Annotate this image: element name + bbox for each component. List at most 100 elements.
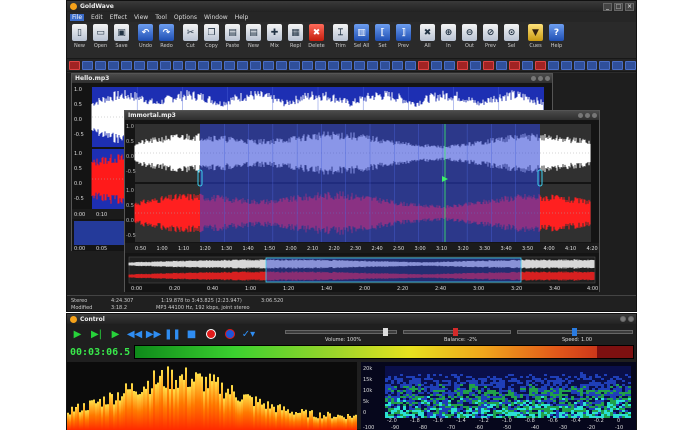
out-toolbar-button[interactable]: ⊖ Out — [459, 24, 480, 49]
close-button[interactable]: × — [625, 2, 634, 11]
effect-tool-icon[interactable] — [392, 60, 404, 70]
play-button[interactable]: ▶ — [70, 327, 85, 341]
effect-tool-icon[interactable] — [495, 60, 507, 70]
effect-tool-icon[interactable] — [379, 60, 391, 70]
slider-knob[interactable] — [382, 328, 388, 336]
cues-toolbar-button[interactable]: ▼ Cues — [525, 24, 546, 49]
effect-tool-icon[interactable] — [586, 60, 598, 70]
prev-toolbar-button[interactable]: ⊘ Prev — [480, 24, 501, 49]
effect-tool-icon[interactable] — [431, 60, 443, 70]
effect-tool-icon[interactable] — [353, 60, 365, 70]
window-button-icon[interactable] — [531, 76, 536, 81]
effect-tool-icon[interactable] — [444, 60, 456, 70]
effect-tool-icon[interactable] — [120, 60, 132, 70]
effect-tool-icon[interactable] — [276, 60, 287, 70]
save-toolbar-button[interactable]: ▣ Save — [111, 24, 132, 49]
trim-toolbar-button[interactable]: ⌶ Trim — [330, 24, 351, 49]
menu-options[interactable]: Options — [174, 14, 197, 21]
effect-tool-icon[interactable] — [547, 60, 559, 70]
menu-tool[interactable]: Tool — [155, 14, 167, 21]
cut-toolbar-button[interactable]: ✂ Cut — [180, 24, 201, 49]
effect-tool-icon[interactable] — [405, 60, 417, 70]
window-button-icon[interactable] — [545, 76, 550, 81]
sel-all-toolbar-button[interactable]: ▥ Sel All — [351, 24, 372, 49]
slider-knob[interactable] — [452, 328, 458, 336]
effect-tool-icon[interactable] — [133, 60, 145, 70]
effect-tool-icon[interactable] — [560, 60, 572, 70]
open-toolbar-button[interactable]: ▭ Open — [90, 24, 111, 49]
window-button-icon[interactable] — [538, 76, 543, 81]
overview-selection[interactable] — [265, 257, 522, 283]
effect-tool-icon[interactable] — [211, 60, 223, 70]
document-window-immortal[interactable]: Immortal.mp3 1.0 0.5 0.0 -0.5 1.0 0.5 0.0 -0.5 0… — [124, 110, 600, 292]
effect-tool-icon[interactable] — [198, 60, 210, 70]
effect-tool-icon[interactable] — [107, 60, 119, 70]
effect-tool-icon[interactable] — [263, 60, 274, 70]
rewind-button[interactable]: ◀◀ — [127, 327, 142, 341]
effect-tool-icon[interactable] — [146, 60, 158, 70]
effect-tool-icon[interactable] — [521, 60, 533, 70]
front-waveform-view[interactable]: 1.00.50.0-0.51.00.50.0-0.50:50 1:00 1:10 1:… — [125, 120, 599, 292]
help-toolbar-button[interactable]: ? Help — [546, 24, 567, 49]
effect-tool-icon[interactable] — [418, 60, 430, 70]
prev-toolbar-button[interactable]: ⟧ Prev — [393, 24, 414, 49]
document-titlebar[interactable]: Immortal.mp3 — [125, 111, 599, 120]
effect-tool-icon[interactable] — [159, 60, 171, 70]
effect-tool-icon[interactable] — [185, 60, 197, 70]
undo-toolbar-button[interactable]: ↶ Undo — [135, 24, 156, 49]
effect-tool-icon[interactable] — [470, 60, 481, 70]
in-toolbar-button[interactable]: ⊕ In — [438, 24, 459, 49]
menu-window[interactable]: Window — [204, 14, 228, 21]
document-titlebar[interactable]: Hello.mp3 — [72, 74, 552, 83]
effect-tool-icon[interactable] — [224, 60, 236, 70]
slider-knob[interactable] — [572, 328, 577, 336]
window-button-icon[interactable] — [628, 316, 634, 322]
menu-help[interactable]: Help — [235, 14, 249, 21]
effect-tool-icon[interactable] — [612, 60, 624, 70]
record-new-button[interactable] — [222, 327, 237, 341]
window-button-icon[interactable] — [585, 113, 590, 118]
stop-button[interactable]: ■ — [184, 327, 199, 341]
effect-tool-icon[interactable] — [301, 60, 313, 70]
play-selection-button[interactable]: ▶| — [89, 327, 104, 341]
effect-tool-icon[interactable] — [327, 60, 339, 70]
effect-tool-icon[interactable] — [340, 60, 352, 70]
menu-edit[interactable]: Edit — [91, 14, 103, 21]
window-button-icon[interactable] — [578, 113, 583, 118]
balance-slider[interactable] — [403, 328, 511, 336]
sel-toolbar-button[interactable]: ⊙ Sel — [501, 24, 522, 49]
copy-toolbar-button[interactable]: ❐ Copy — [201, 24, 222, 49]
window-button-icon[interactable] — [592, 113, 597, 118]
repl-toolbar-button[interactable]: ▦ Repl — [285, 24, 306, 49]
menu-file[interactable]: File — [70, 13, 85, 21]
delete-toolbar-button[interactable]: ✖ Delete — [306, 24, 327, 49]
record-button[interactable] — [203, 327, 218, 341]
effect-tool-icon[interactable] — [457, 60, 469, 70]
control-properties-button[interactable]: ✓▾ — [241, 327, 256, 341]
new-toolbar-button[interactable]: ▯ New — [69, 24, 90, 49]
redo-toolbar-button[interactable]: ↷ Redo — [156, 24, 177, 49]
window-button-icon[interactable] — [620, 316, 626, 322]
effect-tool-icon[interactable] — [483, 60, 494, 70]
speed-slider[interactable] — [517, 328, 633, 336]
effect-tool-icon[interactable] — [237, 60, 249, 70]
effect-tool-icon[interactable] — [81, 60, 93, 70]
fast-forward-button[interactable]: ▶▶ — [146, 327, 161, 341]
effect-tool-icon[interactable] — [508, 60, 520, 70]
effect-tool-icon[interactable] — [314, 60, 326, 70]
effect-tool-icon[interactable] — [250, 60, 262, 70]
new-toolbar-button[interactable]: ▤ New — [243, 24, 264, 49]
play-custom-button[interactable]: ▶ — [108, 327, 123, 341]
mix-toolbar-button[interactable]: ✚ Mix — [264, 24, 285, 49]
menu-effect[interactable]: Effect — [110, 14, 127, 21]
paste-toolbar-button[interactable]: ▤ Paste — [222, 24, 243, 49]
volume-slider[interactable] — [285, 328, 397, 336]
effect-tool-icon[interactable] — [573, 60, 585, 70]
pause-button[interactable]: ❚❚ — [164, 327, 181, 341]
set-toolbar-button[interactable]: ⟦ Set — [372, 24, 393, 49]
effect-tool-icon[interactable] — [288, 60, 300, 70]
effect-tool-icon[interactable] — [172, 60, 184, 70]
menu-view[interactable]: View — [134, 14, 148, 21]
effect-tool-icon[interactable] — [366, 60, 378, 70]
maximize-button[interactable]: □ — [614, 2, 623, 11]
